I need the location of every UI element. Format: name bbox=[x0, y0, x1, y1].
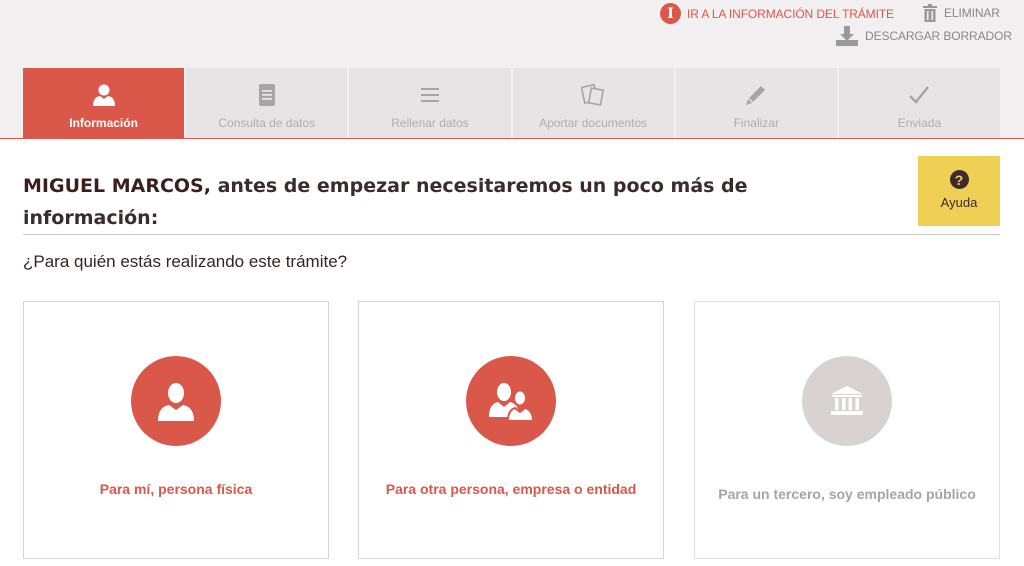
people-icon bbox=[466, 356, 556, 446]
document-icon bbox=[258, 82, 275, 108]
step-aportar-documentos[interactable]: Aportar documentos bbox=[512, 68, 674, 138]
step-consulta-de-datos[interactable]: Consulta de datos bbox=[186, 68, 348, 138]
step-enviada[interactable]: Enviada bbox=[838, 68, 1001, 138]
documents-icon bbox=[581, 82, 605, 108]
info-link[interactable]: i IR A LA INFORMACIÓN DEL TRÁMITE bbox=[660, 3, 894, 24]
step-informacion[interactable]: Información bbox=[23, 68, 185, 138]
download-icon bbox=[836, 26, 858, 46]
option-card-tercero: Para un tercero, soy empleado público bbox=[694, 301, 1000, 559]
step-label: Información bbox=[69, 116, 138, 130]
help-button[interactable]: ? Ayuda bbox=[918, 156, 1000, 226]
option-label: Para mí, persona física bbox=[99, 481, 253, 497]
delete-button[interactable]: ELIMINAR bbox=[922, 4, 1000, 22]
user-name: MIGUEL MARCOS, bbox=[23, 175, 211, 197]
info-icon: i bbox=[660, 3, 681, 24]
trash-icon bbox=[922, 4, 938, 22]
step-label: Enviada bbox=[897, 116, 942, 130]
steps-underline bbox=[0, 138, 1024, 139]
pencil-icon bbox=[746, 82, 766, 108]
step-label: Rellenar datos bbox=[391, 116, 469, 130]
option-card-otra-persona[interactable]: Para otra persona, empresa o entidad bbox=[358, 301, 664, 559]
question-icon: ? bbox=[949, 170, 969, 189]
step-rellenar-datos[interactable]: Rellenar datos bbox=[349, 68, 511, 138]
option-label: Para otra persona, empresa o entidad bbox=[385, 481, 637, 497]
menu-lines-icon bbox=[420, 82, 439, 108]
user-icon bbox=[92, 82, 116, 108]
step-finalizar[interactable]: Finalizar bbox=[675, 68, 837, 138]
step-label: Aportar documentos bbox=[539, 116, 648, 130]
download-draft-button[interactable]: DESCARGAR BORRADOR bbox=[836, 26, 1012, 46]
page-heading: MIGUEL MARCOS, antes de empezar necesita… bbox=[23, 170, 843, 234]
top-bar: i IR A LA INFORMACIÓN DEL TRÁMITE ELIMIN… bbox=[0, 0, 1024, 139]
check-icon bbox=[909, 82, 930, 108]
download-label: DESCARGAR BORRADOR bbox=[865, 29, 1012, 43]
question-text: ¿Para quién estás realizando este trámit… bbox=[23, 252, 348, 271]
help-label: Ayuda bbox=[940, 195, 978, 210]
delete-label: ELIMINAR bbox=[944, 6, 1000, 20]
option-card-persona-fisica[interactable]: Para mí, persona física bbox=[23, 301, 329, 559]
institution-icon bbox=[802, 356, 892, 446]
person-icon bbox=[131, 356, 221, 446]
divider bbox=[23, 234, 1000, 235]
step-label: Consulta de datos bbox=[218, 116, 316, 130]
progress-steps: Información Consulta de datos Rellenar d… bbox=[23, 68, 1001, 138]
option-label: Para un tercero, soy empleado público bbox=[718, 486, 976, 502]
step-label: Finalizar bbox=[733, 116, 779, 130]
info-link-label: IR A LA INFORMACIÓN DEL TRÁMITE bbox=[687, 6, 894, 21]
